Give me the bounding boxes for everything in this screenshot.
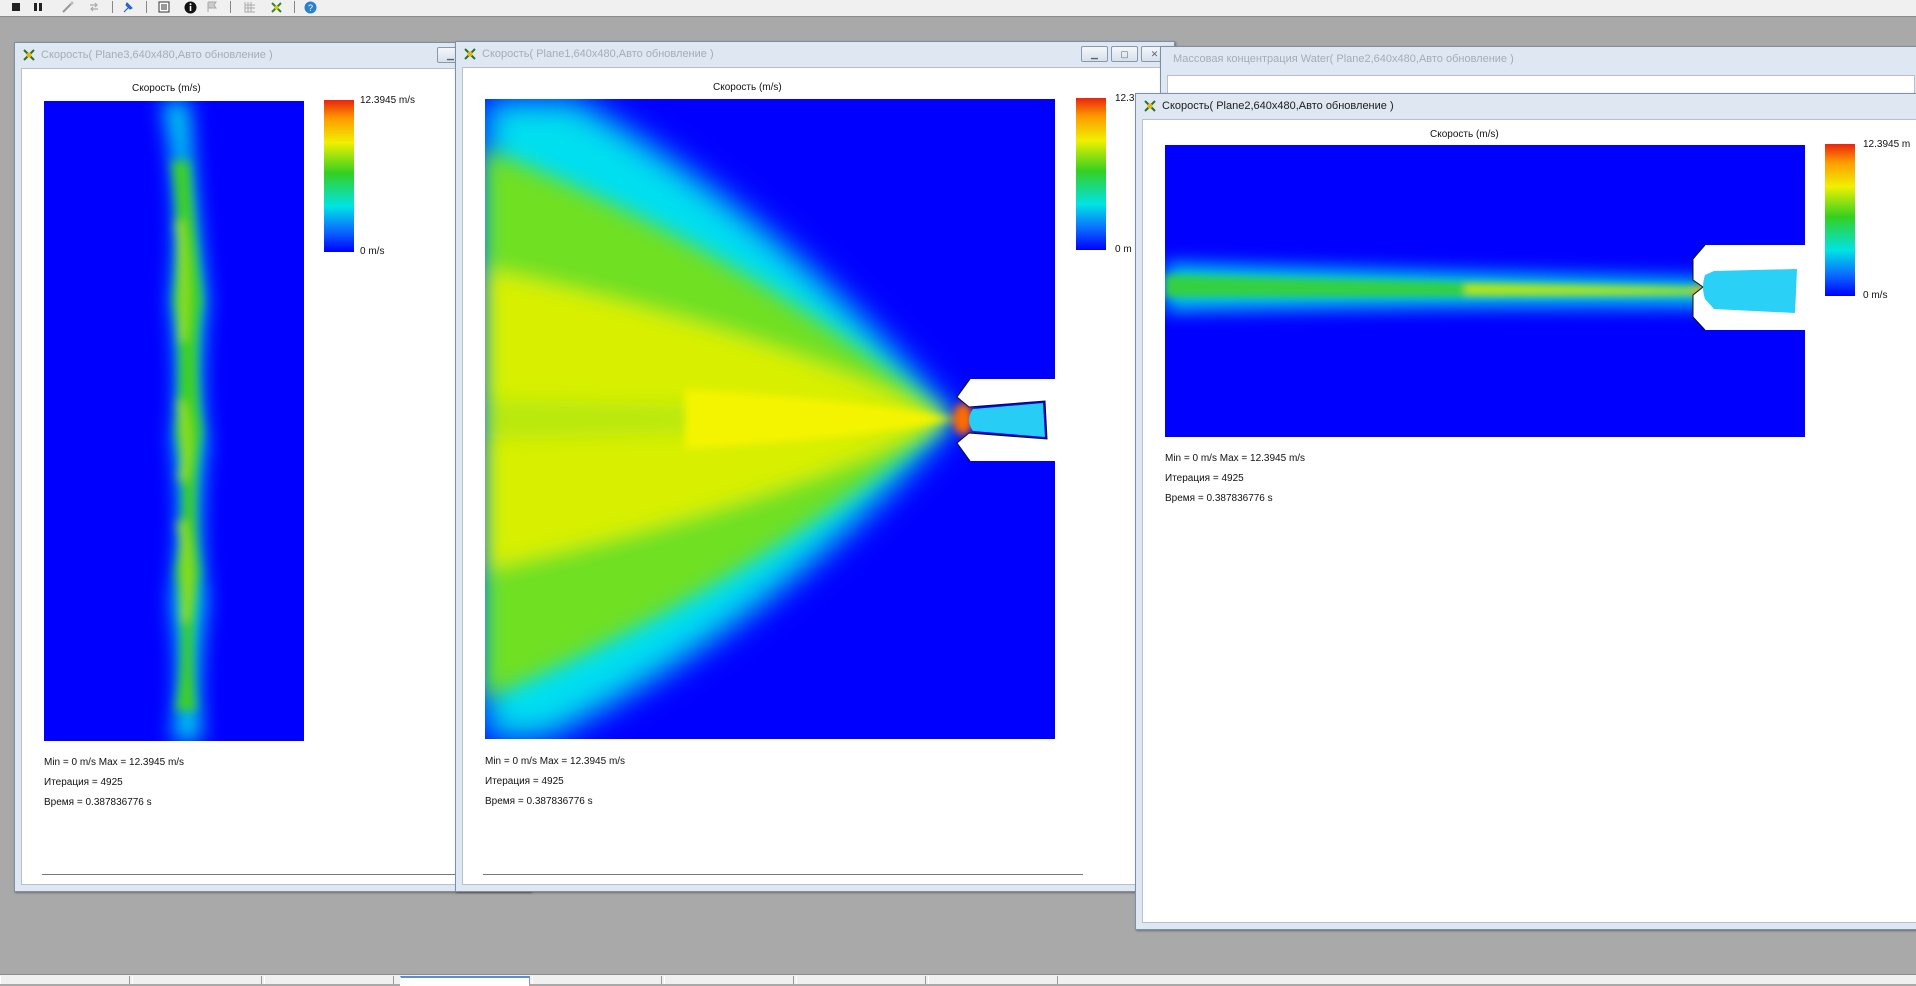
iteration-label: Итерация = 4925	[44, 777, 123, 788]
window-title: Массовая концентрация Water( Plane2,640x…	[1173, 53, 1514, 65]
color-scale-max: 12.3	[1115, 93, 1135, 104]
app-icon	[1144, 100, 1156, 112]
help-icon[interactable]: ?	[302, 0, 318, 14]
velocity-window-plane3[interactable]: Скорость( Plane3,640x480,Авто обновление…	[14, 42, 531, 892]
color-scale-bar	[324, 100, 354, 252]
window-tab-active[interactable]	[400, 976, 530, 986]
titlebar[interactable]: Скорость( Plane2,640x480,Авто обновление…	[1136, 94, 1916, 118]
horizontal-scrollbar[interactable]	[483, 874, 1083, 875]
titlebar[interactable]: Скорость( Plane1,640x480,Авто обновление…	[456, 42, 1174, 66]
time-label: Время = 0.387836776 s	[44, 797, 152, 808]
color-scale-min: 0 m	[1115, 244, 1132, 255]
flag-icon[interactable]	[204, 0, 220, 14]
horizontal-scrollbar[interactable]	[42, 874, 482, 875]
svg-text:?: ?	[307, 3, 312, 13]
velocity-window-plane1[interactable]: Скорость( Plane1,640x480,Авто обновление…	[455, 41, 1175, 892]
time-label: Время = 0.387836776 s	[485, 796, 593, 807]
plot-area: Скорость (m/s)	[462, 67, 1168, 885]
color-scale-max: 12.3945 m	[1863, 139, 1911, 150]
maximize-button[interactable]: ▢	[1111, 46, 1138, 62]
window-title: Скорость( Plane3,640x480,Авто обновление…	[41, 49, 273, 61]
sheet-icon[interactable]	[156, 0, 172, 14]
window-title: Скорость( Plane2,640x480,Авто обновление…	[1162, 100, 1394, 112]
velocity-field-plot	[44, 101, 304, 741]
info-icon[interactable]	[182, 0, 198, 14]
main-toolbar: ?	[0, 0, 1916, 17]
plot-area: Скорость (m/s)	[1142, 119, 1916, 923]
titlebar[interactable]: Массовая концентрация Water( Plane2,640x…	[1161, 47, 1916, 71]
window-title: Скорость( Plane1,640x480,Авто обновление…	[482, 48, 714, 60]
pin-icon[interactable]	[120, 0, 136, 14]
color-scale-bar	[1076, 98, 1106, 250]
plot-area: Скорость (m/s) 12.3945 m/s 0 m/s Min = 0	[21, 68, 524, 885]
minimize-button[interactable]: ▁	[1081, 46, 1108, 62]
min-max-label: Min = 0 m/s Max = 12.3945 m/s	[485, 756, 626, 767]
time-label: Время = 0.387836776 s	[1165, 493, 1273, 504]
stop-icon[interactable]	[8, 0, 24, 14]
wand-icon[interactable]	[60, 0, 76, 14]
color-scale-min: 0 m/s	[1863, 290, 1888, 301]
iteration-label: Итерация = 4925	[1165, 473, 1244, 484]
color-scale-bar	[1825, 144, 1855, 296]
iteration-label: Итерация = 4925	[485, 776, 564, 787]
plot-title: Скорость (m/s)	[132, 83, 201, 94]
plot-title: Скорость (m/s)	[1430, 129, 1499, 140]
arrows-icon[interactable]	[86, 0, 102, 14]
velocity-field-plot	[485, 99, 1055, 739]
color-scale-min: 0 m/s	[360, 246, 385, 257]
min-max-label: Min = 0 m/s Max = 12.3945 m/s	[44, 757, 185, 768]
velocity-window-plane2[interactable]: Скорость( Plane2,640x480,Авто обновление…	[1135, 93, 1916, 930]
app-icon	[23, 49, 35, 61]
velocity-field-plot	[1165, 145, 1805, 437]
plot-title: Скорость (m/s)	[713, 82, 782, 93]
tool-icon[interactable]	[268, 0, 284, 14]
color-scale-max: 12.3945 m/s	[360, 95, 416, 106]
app-icon	[464, 48, 476, 60]
min-max-label: Min = 0 m/s Max = 12.3945 m/s	[1165, 453, 1306, 464]
pause-icon[interactable]	[30, 0, 46, 14]
grid-icon[interactable]	[242, 0, 258, 14]
